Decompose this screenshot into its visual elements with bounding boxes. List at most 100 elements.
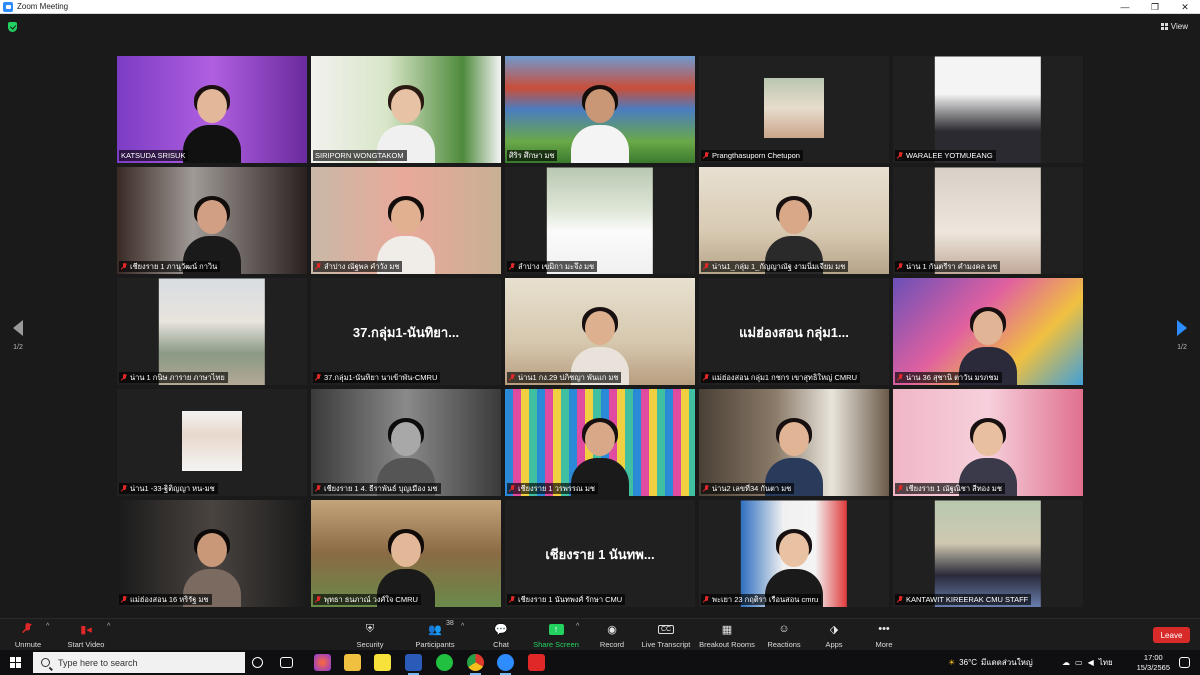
leave-button[interactable]: Leave [1153,627,1190,643]
video-tile[interactable]: น่าน 1 กันตรีรา คำมงคล มช [893,167,1083,274]
more-button[interactable]: ••• More [849,621,919,649]
word-icon[interactable] [405,654,422,675]
mic-muted-icon [897,262,903,271]
windows-start-icon[interactable] [10,657,21,668]
start-video-button[interactable]: ▮◂ Start Video [51,621,121,650]
participant-name-label: น่าน1 กง.29 ปภิชญา พันแก มช [507,372,622,383]
taskbar-clock[interactable]: 17:00 15/3/2565 [1137,653,1170,673]
live-transcript-button[interactable]: CC Live Transcript [631,621,701,649]
video-tile[interactable]: น่าน1 กง.29 ปภิชญา พันแก มช [505,278,695,385]
sticky-notes-icon[interactable] [374,654,391,671]
chevron-right-icon [1177,320,1187,336]
video-tile[interactable]: น่าน 36 สุชานิ ตาวัน มรภชม [893,278,1083,385]
video-tile[interactable]: WARALEE YOTMUEANG [893,56,1083,163]
mic-muted-icon [703,484,709,493]
participant-name-label: 37.กลุ่ม1-นันทิยา นาเข้าพัน-CMRU [313,372,441,383]
video-tile[interactable]: แม่ฮ่องสอน 16 หริรัฐ มช [117,500,307,607]
video-tile[interactable]: เชียงราย 1 วรพรรณ มช [505,389,695,496]
participant-name-label: น่าน1_กลุ่ม 1_กัญญาณัฐ งามนิ่มเจียม มช [701,261,849,272]
network-icon[interactable]: ▭ [1075,658,1083,667]
video-tile[interactable]: เชียงราย 1 นันทพ... เชียงราย 1 นันทพงศ์ … [505,500,695,607]
mic-muted-icon [509,373,515,382]
pdf-reader-icon[interactable] [528,654,545,671]
line-app-icon[interactable] [436,654,453,671]
video-tile[interactable]: เชียงราย 1 4. ธีราพันธ์ บุญเมือง มช [311,389,501,496]
zoom-taskbar-icon[interactable] [497,654,514,675]
participant-name-label: แม่ฮ่องสอน 16 หริรัฐ มช [119,594,212,605]
volume-icon[interactable]: ◀ [1088,658,1094,667]
video-tile[interactable]: พุทธา ธนภาณ์ วงศ์ใจ CMRU [311,500,501,607]
security-button[interactable]: ⛨ Security [335,621,405,650]
participants-count: 38 [446,620,454,627]
video-tile[interactable]: KATSUDA SRISUK [117,56,307,163]
mic-muted-icon [897,484,903,493]
participant-name-label: เชียงราย 1 ภานุวัฒน์ กาวิน [119,261,221,272]
search-icon [41,658,50,667]
cloud-icon[interactable]: ☁ [1062,658,1070,667]
maximize-button[interactable]: ❐ [1140,0,1170,14]
participant-name-label: Prangthasuporn Chetupon [701,150,803,161]
video-tile[interactable]: เชียงราย 1 ณัฐณิชา สีทอง มช [893,389,1083,496]
video-tile[interactable]: น่าน2 เลขที่34 กันตา มช [699,389,889,496]
weather-widget[interactable]: ☀ 36°C มีแดดส่วนใหญ่ [948,650,1033,675]
notification-icon[interactable] [1179,657,1190,668]
video-tile[interactable]: SIRIPORN WONGTAKOM [311,56,501,163]
video-tile[interactable]: น่าน1 -33-ฐิติญญา หน-มช [117,389,307,496]
participant-name-label: เชียงราย 1 4. ธีราพันธ์ บุญเมือง มช [313,483,441,494]
minimize-button[interactable]: — [1110,0,1140,14]
video-tile[interactable]: Prangthasuporn Chetupon [699,56,889,163]
video-tile[interactable]: ลำปาง เขมิกา มะจึง มช [505,167,695,274]
mic-muted-icon [703,373,709,382]
system-tray: ☁ ▭ ◀ ไทย [1062,650,1113,675]
video-tile[interactable]: แม่ฮ่องสอน กลุ่ม1... แม่ฮ่องสอน กลุ่ม1 ก… [699,278,889,385]
chevron-left-icon [13,320,23,336]
video-tile[interactable]: น่าน 1 กนิษ ภาราย ภาษาไทย [117,278,307,385]
mic-muted-icon [121,373,127,382]
participants-button[interactable]: 👥 Participants [400,621,470,650]
participant-display-name: 37.กลุ่ม1-นันทิยา... [352,325,460,340]
chrome-icon[interactable] [467,654,484,675]
video-tile[interactable]: พะเยา 23 กฤติรา เรือนสอน cmru [699,500,889,607]
participant-name-label: เชียงราย 1 ณัฐณิชา สีทอง มช [895,483,1005,494]
title-bar: Zoom Meeting — ❐ ✕ [0,0,1200,14]
video-options-chevron-icon[interactable]: ^ [107,623,110,630]
share-screen-icon: ↑ [548,623,564,635]
video-tile[interactable]: น่าน1_กลุ่ม 1_กัญญาณัฐ งามนิ่มเจียม มช [699,167,889,274]
video-tile[interactable]: เชียงราย 1 ภานุวัฒน์ กาวิน [117,167,307,274]
mic-muted-icon [703,151,709,160]
participant-name-label: น่าน2 เลขที่34 กันตา มช [701,483,795,494]
participant-display-name: เชียงราย 1 นันทพ... [545,547,655,562]
close-button[interactable]: ✕ [1170,0,1200,14]
sun-icon: ☀ [948,658,956,667]
participant-name-label: เชียงราย 1 นันทพงศ์ รักษา CMU [507,594,626,605]
more-dots-icon: ••• [878,623,890,635]
video-tile[interactable]: KANTAWIT KIREERAK CMU STAFF [893,500,1083,607]
video-grid: KATSUDA SRISUK SIRIPORN WONGTAKOM ศิริร … [117,56,1083,607]
cc-icon: CC [657,624,675,634]
previous-page-button[interactable]: 1/2 [8,320,28,351]
mic-muted-icon [897,595,903,604]
taskbar-search[interactable] [33,652,245,673]
video-tile[interactable]: ลำปาง ณัฐพล คำวัง มช [311,167,501,274]
encryption-shield-icon[interactable] [8,22,17,32]
next-page-button[interactable]: 1/2 [1172,320,1192,351]
participant-name-label: น่าน 1 กันตรีรา คำมงคล มช [895,261,1001,272]
file-explorer-icon[interactable] [344,654,361,671]
mic-muted-icon [703,595,709,604]
view-button[interactable]: View [1160,20,1188,33]
browser-app-icon[interactable] [314,654,331,671]
windows-taskbar: ☀ 36°C มีแดดส่วนใหญ่ ☁ ▭ ◀ ไทย 17:00 15/… [0,650,1200,675]
task-view-icon[interactable] [280,657,293,668]
participants-chevron-icon[interactable]: ^ [461,623,464,630]
participant-name-label: SIRIPORN WONGTAKOM [313,150,407,161]
video-tile[interactable]: 37.กลุ่ม1-นันทิยา... 37.กลุ่ม1-นันทิยา น… [311,278,501,385]
page-indicator-left: 1/2 [13,344,23,351]
cortana-icon[interactable] [252,657,263,668]
language-indicator[interactable]: ไทย [1099,656,1113,669]
mic-muted-icon [121,595,127,604]
taskbar-search-input[interactable] [58,657,218,668]
meeting-area: View 1/2 1/2 KATSUDA SRISUK SIRIPORN WON… [0,14,1200,618]
video-tile-active-speaker[interactable]: ศิริร ศึกษา มช [505,56,695,163]
mic-muted-icon [121,262,127,271]
audio-options-chevron-icon[interactable]: ^ [46,623,49,630]
